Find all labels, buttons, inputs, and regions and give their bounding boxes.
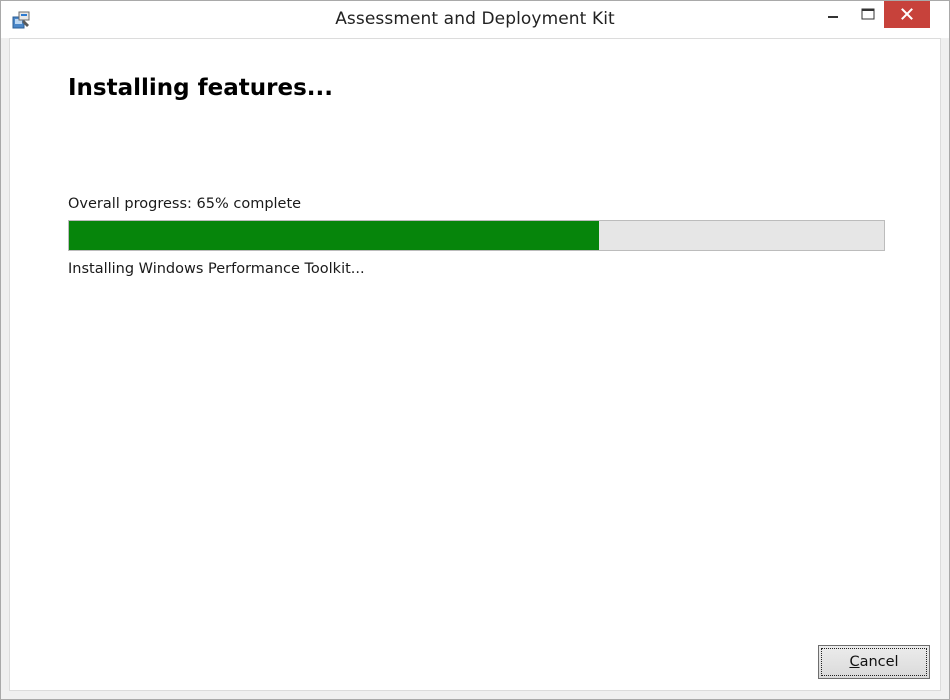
page-title: Installing features... — [68, 75, 333, 101]
cancel-button[interactable]: Cancel — [818, 645, 930, 679]
cancel-mnemonic: C — [849, 654, 860, 670]
window-title: Assessment and Deployment Kit — [335, 9, 615, 29]
installer-window: Assessment and Deployment Kit Installing… — [0, 0, 950, 700]
cancel-label-rest: ancel — [859, 654, 899, 670]
content-panel: Installing features... Overall progress:… — [9, 38, 941, 691]
title-bar[interactable]: Assessment and Deployment Kit — [1, 1, 949, 38]
close-icon — [901, 5, 913, 24]
status-text: Installing Windows Performance Toolkit..… — [68, 261, 365, 277]
minimize-button[interactable] — [819, 1, 847, 28]
cancel-button-focus: Cancel — [821, 648, 927, 676]
progress-label: Overall progress: 65% complete — [68, 196, 302, 212]
maximize-icon — [861, 5, 875, 24]
progress-bar-fill — [69, 221, 599, 250]
maximize-button[interactable] — [853, 1, 883, 28]
progress-bar — [68, 220, 885, 251]
minimize-icon — [827, 5, 839, 24]
close-button[interactable] — [884, 1, 930, 28]
